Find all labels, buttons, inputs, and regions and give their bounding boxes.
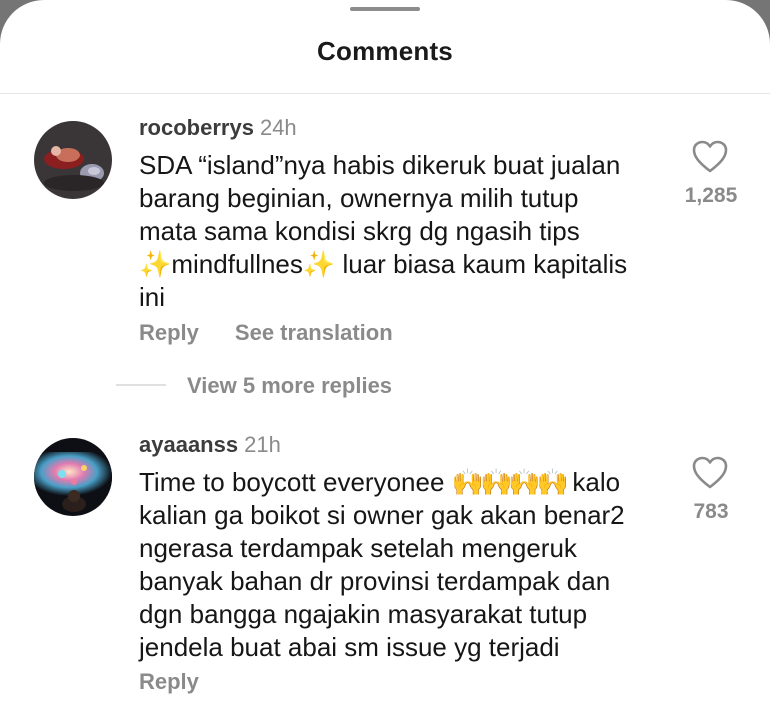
comment-fragment: Time to boycott everyonee — [139, 467, 452, 497]
comment-meta: ayaaanss 21h — [139, 432, 281, 458]
raising-hands-icon: 🙌🙌🙌🙌 — [451, 467, 569, 497]
comment-line: ✨mindfullnes✨ luar biasa kaum kapitalis — [139, 248, 669, 281]
comment-line: kalian ga boikot si owner gak akan benar… — [139, 500, 625, 530]
timestamp: 21h — [244, 432, 281, 457]
comment-text: Time to boycott everyonee 🙌🙌🙌🙌 kalo kali… — [139, 466, 669, 664]
comment-line: mata sama kondisi skrg dg ngasih tips — [139, 216, 580, 246]
comment-actions: Reply See translation — [139, 320, 393, 346]
comment-line: dgn bangga ngajakin masyarakat tutup — [139, 599, 588, 629]
comment-actions: Reply — [139, 669, 199, 695]
avatar[interactable] — [34, 121, 112, 199]
comment-text: SDA “island”nya habis dikeruk buat juala… — [139, 149, 669, 314]
reply-button[interactable]: Reply — [139, 669, 199, 694]
sparkles-icon: ✨ — [302, 249, 336, 279]
comment-line: barang beginian, ownernya milih tutup — [139, 183, 579, 213]
like-count: 1,285 — [684, 184, 738, 207]
comment-line: banyak bahan dr provinsi terdampak dan — [139, 566, 611, 596]
comment-line: SDA “island”nya habis dikeruk buat juala… — [139, 150, 621, 180]
see-translation-button[interactable]: See translation — [235, 320, 393, 345]
sparkles-icon: ✨ — [139, 249, 172, 279]
avatar[interactable] — [34, 438, 112, 516]
drag-handle[interactable] — [350, 7, 420, 11]
comment-meta: rocoberrys 24h — [139, 115, 297, 141]
comment-fragment: mindfullnes — [171, 249, 303, 279]
replies-divider — [116, 384, 166, 386]
like-count: 783 — [693, 500, 729, 523]
comment-line: ini — [139, 282, 166, 312]
comment-line: Time to boycott everyonee 🙌🙌🙌🙌 kalo — [139, 466, 669, 499]
view-more-replies-button[interactable]: View 5 more replies — [187, 373, 392, 399]
comments-sheet: Comments rocoberrys 24h SDA “island”nya h… — [0, 0, 770, 720]
comment-fragment: luar biasa kaum kapitalis — [335, 249, 628, 279]
timestamp: 24h — [259, 115, 297, 140]
reply-button[interactable]: Reply — [139, 320, 199, 345]
username[interactable]: ayaaanss — [139, 432, 238, 457]
heart-outline-icon[interactable] — [692, 140, 728, 174]
heart-outline-icon[interactable] — [692, 456, 728, 490]
sheet-title: Comments — [317, 36, 453, 66]
username[interactable]: rocoberrys — [139, 115, 254, 140]
header-divider — [0, 93, 770, 94]
comment-fragment: kalo — [565, 467, 621, 497]
comment-line: ngerasa terdampak setelah mengeruk — [139, 533, 577, 563]
comment-line: jendela buat abai sm issue yg terjadi — [139, 632, 560, 662]
